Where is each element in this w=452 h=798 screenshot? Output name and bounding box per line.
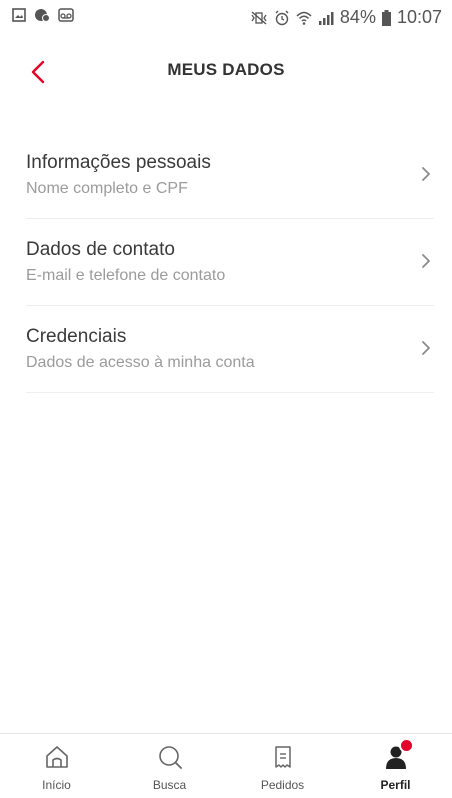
app-header: MEUS DADOS [0,34,452,106]
chevron-right-icon [422,254,430,268]
menu-item-contact-data[interactable]: Dados de contato E-mail e telefone de co… [26,219,434,306]
chat-icon [35,9,50,22]
nav-label: Pedidos [260,778,305,792]
menu-item-subtitle: E-mail e telefone de contato [26,267,226,284]
chevron-right-icon [422,341,430,355]
menu-item-personal-info[interactable]: Informações pessoais Nome completo e CPF [26,132,434,219]
menu-item-subtitle: Nome completo e CPF [26,180,188,197]
voicemail-icon [58,8,74,22]
profile-icon-wrap [383,738,414,770]
nav-label: Perfil [380,778,411,792]
nav-item-busca[interactable]: Busca [113,734,226,798]
nav-item-pedidos[interactable]: Pedidos [226,734,339,798]
battery-percent: 84% [339,7,376,27]
nav-label: Busca [152,778,187,792]
nav-label: Início [42,778,71,792]
menu-item-title: Informações pessoais [26,152,211,173]
menu-item-title: Credenciais [26,326,127,347]
menu-list: Informações pessoais Nome completo e CPF… [26,132,434,393]
nav-item-perfil[interactable]: Perfil [339,734,452,798]
orders-icon [274,746,291,768]
status-right-icons: 84% 10:07 [250,7,442,28]
menu-item-credentials[interactable]: Credenciais Dados de acesso à minha cont… [26,306,434,393]
page-title: MEUS DADOS [167,60,285,79]
nav-item-inicio[interactable]: Início [0,734,113,798]
search-icon [158,746,182,769]
status-left-icons [12,8,74,22]
signal-icon [318,11,334,25]
home-icon [45,746,68,768]
wifi-icon [296,11,312,25]
screen: 84% 10:07 MEUS DADOS Informações pessoai… [0,0,452,798]
gallery-icon [12,8,26,22]
bottom-nav: Início Busca Pedidos Perfil [0,733,452,798]
menu-item-subtitle: Dados de acesso à minha conta [26,354,255,371]
alarm-icon [275,10,289,25]
clock-time: 10:07 [396,7,442,27]
notification-badge [398,738,414,753]
battery-icon [381,9,391,26]
chevron-right-icon [422,167,430,181]
vibrate-mute-icon [251,10,267,25]
menu-item-title: Dados de contato [26,239,175,260]
status-bar: 84% 10:07 [0,0,452,34]
